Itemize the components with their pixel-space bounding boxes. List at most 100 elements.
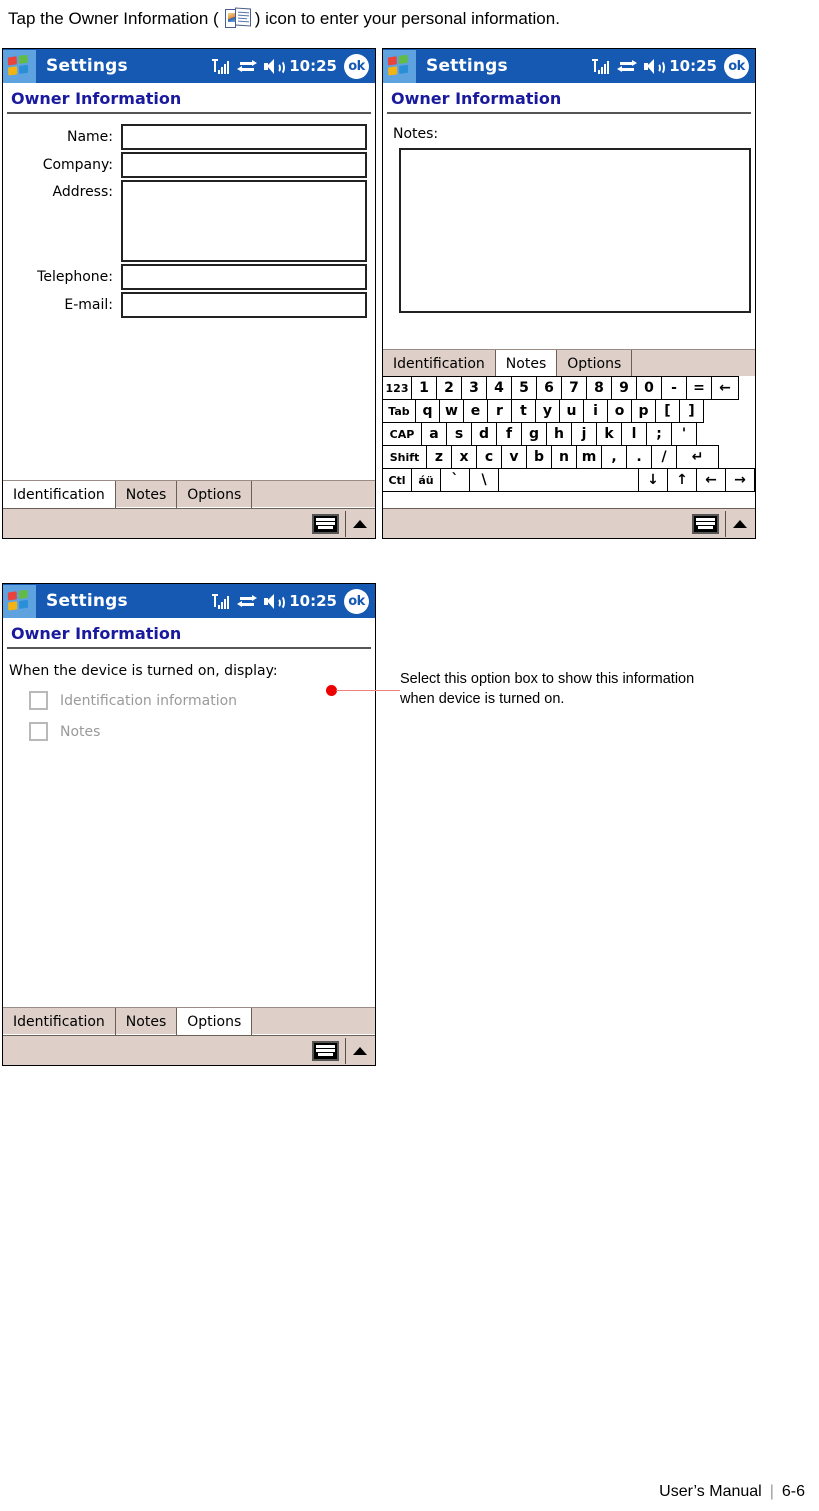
key-123[interactable]: 123 — [382, 376, 412, 400]
key-[[interactable]: [ — [655, 399, 680, 423]
chevron-up-icon[interactable] — [353, 1046, 367, 1055]
chevron-up-icon[interactable] — [353, 519, 367, 528]
connectivity-icon[interactable] — [617, 59, 638, 74]
key-o[interactable]: o — [607, 399, 632, 423]
key-p[interactable]: p — [631, 399, 656, 423]
key-Shift[interactable]: Shift — [382, 445, 427, 469]
signal-icon[interactable] — [212, 58, 231, 74]
key-m[interactable]: m — [576, 445, 602, 469]
tab-options[interactable]: Options — [557, 350, 633, 377]
key-\[interactable]: \ — [469, 468, 499, 492]
chevron-up-icon[interactable] — [733, 519, 747, 528]
key-CAP[interactable]: CAP — [382, 422, 422, 446]
key-`[interactable]: ` — [440, 468, 470, 492]
key-Tab[interactable]: Tab — [382, 399, 416, 423]
clock[interactable]: 10:25 — [289, 592, 337, 610]
company-field[interactable] — [121, 152, 367, 178]
clock[interactable]: 10:25 — [289, 57, 337, 75]
key-x[interactable]: x — [451, 445, 477, 469]
key-5[interactable]: 5 — [511, 376, 537, 400]
key-7[interactable]: 7 — [561, 376, 587, 400]
ok-button[interactable]: ok — [344, 53, 369, 79]
tab-notes[interactable]: Notes — [495, 350, 558, 377]
checkbox-identification-information[interactable] — [29, 691, 48, 710]
key-space[interactable] — [498, 468, 639, 492]
clock[interactable]: 10:25 — [669, 57, 717, 75]
key-8[interactable]: 8 — [586, 376, 612, 400]
key-→[interactable]: → — [725, 468, 755, 492]
key-Ctl[interactable]: Ctl — [382, 468, 412, 492]
tab-identification[interactable]: Identification — [3, 481, 116, 508]
signal-icon[interactable] — [592, 58, 611, 74]
keyboard-icon[interactable] — [312, 513, 339, 534]
key-;[interactable]: ; — [646, 422, 672, 446]
key-3[interactable]: 3 — [461, 376, 487, 400]
key-f[interactable]: f — [496, 422, 522, 446]
key-d[interactable]: d — [471, 422, 497, 446]
key-][interactable]: ] — [679, 399, 704, 423]
key-←[interactable]: ← — [711, 376, 739, 400]
key-a[interactable]: a — [421, 422, 447, 446]
volume-icon[interactable] — [644, 58, 666, 75]
key-,[interactable]: , — [601, 445, 627, 469]
name-field[interactable] — [121, 124, 367, 150]
key-j[interactable]: j — [571, 422, 597, 446]
key-c[interactable]: c — [476, 445, 502, 469]
tab-notes[interactable]: Notes — [116, 481, 178, 508]
option-identification-information[interactable]: Identification information — [3, 685, 375, 716]
key-s[interactable]: s — [446, 422, 472, 446]
key-n[interactable]: n — [551, 445, 577, 469]
option-notes[interactable]: Notes — [3, 716, 375, 747]
key-l[interactable]: l — [621, 422, 647, 446]
notes-textarea[interactable] — [399, 148, 751, 313]
tab-identification[interactable]: Identification — [3, 1008, 116, 1035]
key-↓[interactable]: ↓ — [638, 468, 668, 492]
key-e[interactable]: e — [463, 399, 488, 423]
key-v[interactable]: v — [501, 445, 527, 469]
email-field[interactable] — [121, 292, 367, 318]
key-4[interactable]: 4 — [486, 376, 512, 400]
windows-logo-icon[interactable] — [3, 49, 36, 83]
telephone-field[interactable] — [121, 264, 367, 290]
key-u[interactable]: u — [559, 399, 584, 423]
windows-logo-icon[interactable] — [383, 49, 416, 83]
key--[interactable]: - — [661, 376, 687, 400]
key-g[interactable]: g — [521, 422, 547, 446]
key-6[interactable]: 6 — [536, 376, 562, 400]
soft-keyboard[interactable]: 123 1 2 3 4 5 6 7 8 9 0- = ← Tab q w e r t y u i o p[] CAP a s d f g h… — [382, 376, 755, 492]
tab-options[interactable]: Options — [177, 1008, 253, 1035]
key-1[interactable]: 1 — [411, 376, 437, 400]
key-←[interactable]: ← — [696, 468, 726, 492]
volume-icon[interactable] — [264, 58, 286, 75]
key-2[interactable]: 2 — [436, 376, 462, 400]
keyboard-icon[interactable] — [312, 1040, 339, 1061]
key-t[interactable]: t — [511, 399, 536, 423]
ok-button[interactable]: ok — [724, 53, 749, 79]
tab-options[interactable]: Options — [177, 481, 253, 508]
windows-logo-icon[interactable] — [3, 584, 36, 618]
key-h[interactable]: h — [546, 422, 572, 446]
key-.[interactable]: . — [626, 445, 652, 469]
key-↵[interactable]: ↵ — [676, 445, 719, 469]
signal-icon[interactable] — [212, 593, 231, 609]
connectivity-icon[interactable] — [237, 59, 258, 74]
key-z[interactable]: z — [426, 445, 452, 469]
key-↑[interactable]: ↑ — [667, 468, 697, 492]
key-9[interactable]: 9 — [611, 376, 637, 400]
key-y[interactable]: y — [535, 399, 560, 423]
connectivity-icon[interactable] — [237, 594, 258, 609]
key-'[interactable]: ' — [671, 422, 697, 446]
key-k[interactable]: k — [596, 422, 622, 446]
key-q[interactable]: q — [415, 399, 440, 423]
tab-identification[interactable]: Identification — [383, 350, 496, 377]
key-0[interactable]: 0 — [636, 376, 662, 400]
key-b[interactable]: b — [526, 445, 552, 469]
volume-icon[interactable] — [264, 593, 286, 610]
checkbox-notes[interactable] — [29, 722, 48, 741]
address-field[interactable] — [121, 180, 367, 262]
tab-notes[interactable]: Notes — [116, 1008, 178, 1035]
keyboard-icon[interactable] — [692, 513, 719, 534]
key-=[interactable]: = — [686, 376, 712, 400]
key-r[interactable]: r — [487, 399, 512, 423]
key-/[interactable]: / — [651, 445, 677, 469]
